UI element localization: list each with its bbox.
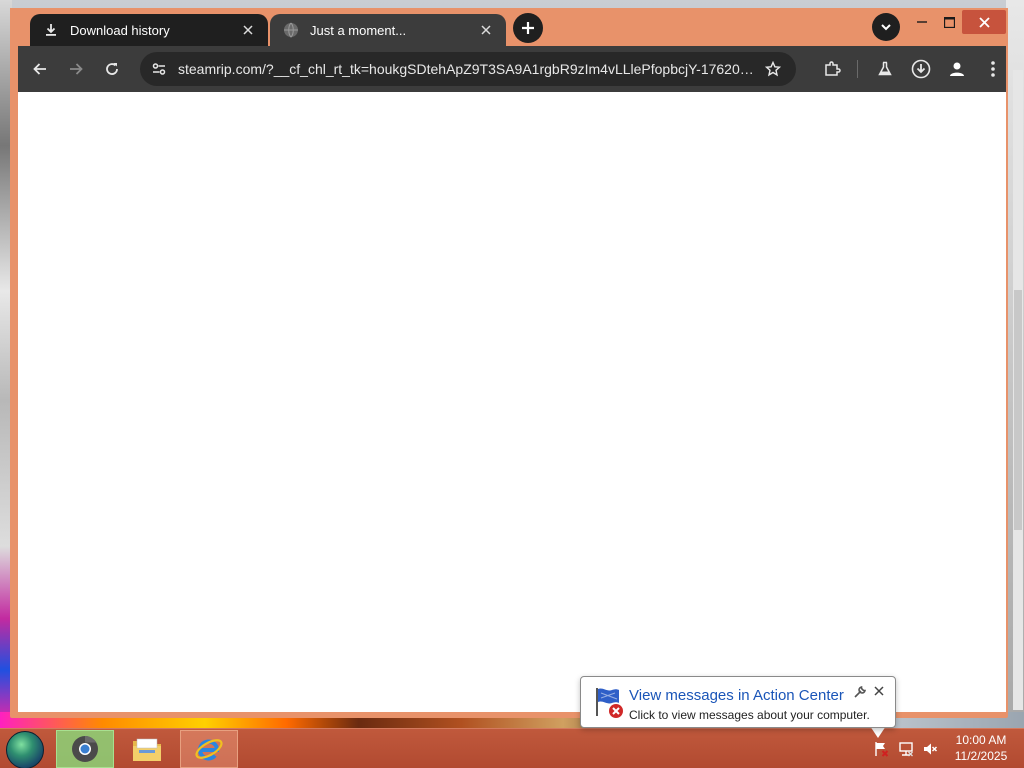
action-center-flag-icon xyxy=(591,685,625,719)
close-tab-icon[interactable] xyxy=(240,22,256,38)
minimize-icon xyxy=(917,21,927,23)
start-button[interactable] xyxy=(6,731,44,768)
reload-button[interactable] xyxy=(98,55,126,83)
maximize-icon xyxy=(943,16,955,28)
toolbar-separator xyxy=(857,60,858,78)
clock-date: 11/2/2025 xyxy=(954,749,1008,763)
forward-button[interactable] xyxy=(62,55,90,83)
download-icon xyxy=(42,21,60,39)
internet-explorer-icon xyxy=(195,739,223,761)
extensions-icon xyxy=(825,61,841,76)
url-text[interactable]: steamrip.com/?__cf_chl_rt_tk=houkgSDtehA… xyxy=(178,61,758,77)
tab-just-a-moment[interactable]: Just a moment... xyxy=(270,14,506,46)
browser-window: Download history Just a moment... steamr… xyxy=(10,8,1008,718)
notification-text: Click to view messages about your comput… xyxy=(629,708,870,722)
site-info-icon[interactable] xyxy=(144,54,174,84)
forward-icon xyxy=(70,63,83,75)
downloads-button[interactable] xyxy=(907,55,935,83)
taskbar-internet-explorer[interactable] xyxy=(180,730,238,768)
profile-icon xyxy=(950,62,964,76)
bookmark-star-icon[interactable] xyxy=(758,54,788,84)
downloads-icon xyxy=(911,59,931,79)
back-icon xyxy=(33,63,46,75)
taskbar-clock[interactable]: 10:00 AM 11/2/2025 xyxy=(944,732,1018,766)
close-icon xyxy=(978,16,990,28)
tab-title: Download history xyxy=(70,22,170,38)
tab-download-history[interactable]: Download history xyxy=(30,14,268,46)
taskbar-chrome[interactable] xyxy=(56,730,114,768)
action-center-flag-icon[interactable] xyxy=(872,740,890,758)
notification-title[interactable]: View messages in Action Center xyxy=(629,687,844,704)
volume-muted-icon[interactable] xyxy=(921,740,939,758)
address-bar[interactable]: steamrip.com/?__cf_chl_rt_tk=houkgSDtehA… xyxy=(140,52,796,86)
reload-icon xyxy=(106,63,118,75)
page-content[interactable] xyxy=(18,92,1006,712)
back-button[interactable] xyxy=(26,55,54,83)
background-scrollbar-thumb[interactable] xyxy=(1014,290,1022,530)
clock-time: 10:00 AM xyxy=(955,733,1007,747)
new-tab-button[interactable] xyxy=(513,13,543,43)
network-icon[interactable] xyxy=(897,740,915,758)
menu-icon xyxy=(991,61,995,77)
labs-flask-icon xyxy=(878,61,892,76)
globe-icon xyxy=(282,21,300,39)
close-tab-icon[interactable] xyxy=(478,22,494,38)
action-center-notification[interactable]: View messages in Action Center Click to … xyxy=(580,676,896,728)
wrench-icon[interactable] xyxy=(853,685,867,699)
extensions-button[interactable] xyxy=(818,55,846,83)
file-explorer-icon xyxy=(133,738,161,761)
close-window-button[interactable] xyxy=(962,10,1006,34)
taskbar-file-explorer[interactable] xyxy=(118,730,176,768)
browser-toolbar: steamrip.com/?__cf_chl_rt_tk=houkgSDtehA… xyxy=(18,46,1006,92)
plus-icon xyxy=(522,22,534,34)
menu-button[interactable] xyxy=(979,55,1007,83)
close-notification-icon[interactable] xyxy=(871,683,887,699)
minimize-button[interactable] xyxy=(908,10,936,34)
tab-title: Just a moment... xyxy=(310,22,407,38)
profile-button[interactable] xyxy=(943,55,971,83)
maximize-button[interactable] xyxy=(935,10,963,34)
tab-search-button[interactable] xyxy=(872,13,900,41)
labs-button[interactable] xyxy=(871,55,899,83)
chrome-icon xyxy=(72,735,98,762)
tab-strip: Download history Just a moment... xyxy=(10,8,1008,46)
background-scrollbar[interactable] xyxy=(1013,70,1023,710)
chevron-down-icon xyxy=(881,24,891,31)
